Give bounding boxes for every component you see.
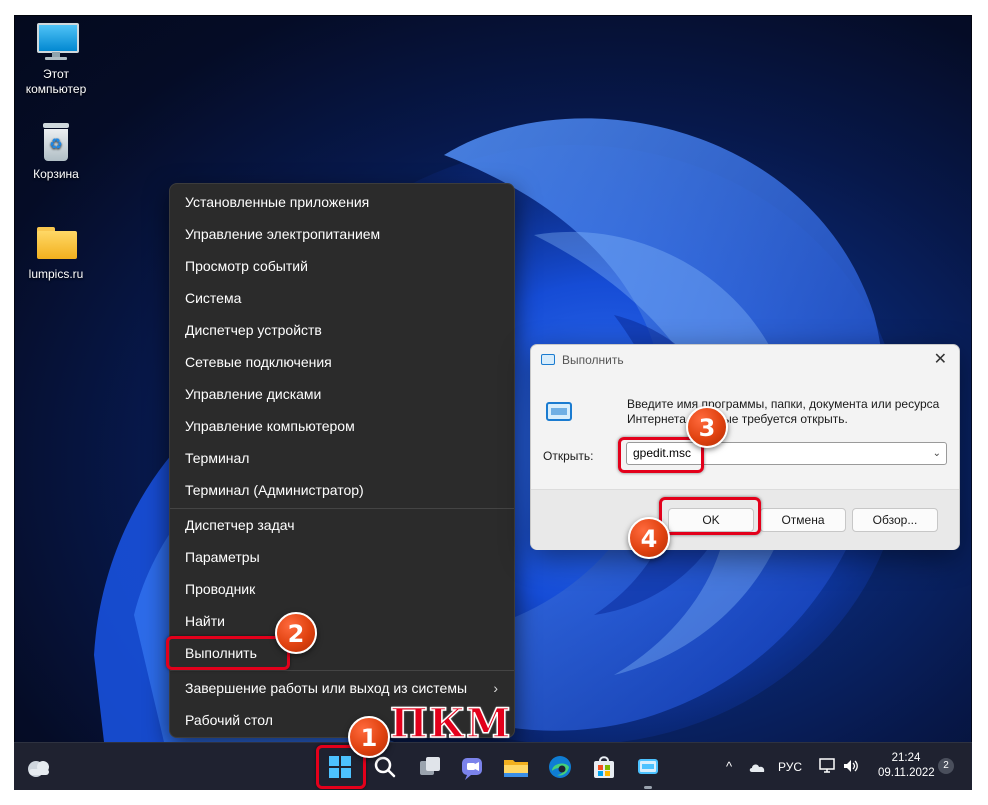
onedrive-icon[interactable] bbox=[748, 761, 766, 773]
menu-item-computer-management[interactable]: Управление компьютером bbox=[170, 410, 514, 442]
notification-count-badge[interactable]: 2 bbox=[938, 758, 954, 774]
menu-item-search[interactable]: Найти bbox=[170, 605, 514, 637]
clock-date: 09.11.2022 bbox=[878, 767, 935, 779]
desktop-icon-folder[interactable]: lumpics.ru bbox=[17, 221, 95, 282]
teams-chat-icon[interactable] bbox=[457, 751, 489, 783]
close-icon[interactable]: ✕ bbox=[934, 349, 947, 369]
store-icon[interactable] bbox=[588, 751, 620, 783]
clock-time: 21:24 bbox=[891, 752, 921, 764]
desktop: Этот компьютер ♻ Корзина lumpics.ru Уста… bbox=[14, 15, 972, 790]
chevron-down-icon[interactable]: ⌄ bbox=[933, 443, 941, 464]
menu-item-network-connections[interactable]: Сетевые подключения bbox=[170, 346, 514, 378]
menu-item-file-explorer[interactable]: Проводник bbox=[170, 573, 514, 605]
open-label: Открыть: bbox=[543, 449, 594, 463]
desktop-icon-this-pc[interactable]: Этот компьютер bbox=[17, 21, 95, 97]
run-dialog-description: Введите имя программы, папки, документа … bbox=[627, 397, 940, 426]
tray-overflow-chevron[interactable]: ^ bbox=[726, 759, 732, 774]
right-click-label: ПКМ bbox=[389, 699, 512, 748]
folder-icon bbox=[35, 221, 77, 263]
task-view-icon[interactable] bbox=[414, 751, 446, 783]
menu-item-terminal[interactable]: Терминал bbox=[170, 442, 514, 474]
cancel-button[interactable]: Отмена bbox=[760, 508, 846, 532]
step-badge-3: 3 bbox=[686, 406, 728, 448]
weather-widget-icon[interactable] bbox=[22, 751, 54, 783]
highlight-input bbox=[618, 437, 704, 473]
menu-item-power-options[interactable]: Управление электропитанием bbox=[170, 218, 514, 250]
menu-item-task-manager[interactable]: Диспетчер задач bbox=[170, 509, 514, 541]
highlight-run-item bbox=[166, 636, 290, 670]
menu-item-event-viewer[interactable]: Просмотр событий bbox=[170, 250, 514, 282]
desktop-icon-label: lumpics.ru bbox=[28, 267, 84, 281]
menu-item-disk-management[interactable]: Управление дисками bbox=[170, 378, 514, 410]
menu-item-system[interactable]: Система bbox=[170, 282, 514, 314]
desktop-icon-label: Этот компьютер bbox=[25, 67, 87, 96]
menu-item-shutdown-label: Завершение работы или выход из системы bbox=[185, 680, 468, 696]
step-badge-1: 1 bbox=[348, 716, 390, 758]
highlight-ok-button bbox=[659, 497, 761, 535]
running-indicator bbox=[644, 786, 652, 789]
run-program-icon bbox=[546, 402, 572, 421]
menu-item-terminal-admin[interactable]: Терминал (Администратор) bbox=[170, 474, 514, 506]
clock[interactable]: 21:24 09.11.2022 bbox=[878, 751, 935, 781]
desktop-icon-recycle-bin[interactable]: ♻ Корзина bbox=[17, 121, 95, 182]
run-app-icon bbox=[541, 354, 555, 365]
volume-icon[interactable] bbox=[842, 758, 860, 774]
run-app-icon[interactable] bbox=[632, 751, 664, 783]
desktop-icon-label: Корзина bbox=[33, 167, 79, 181]
browse-button[interactable]: Обзор... bbox=[852, 508, 938, 532]
step-badge-2: 2 bbox=[275, 612, 317, 654]
run-dialog-title: Выполнить bbox=[562, 353, 624, 367]
menu-separator bbox=[170, 670, 514, 671]
taskbar: ^ РУС 21:24 09.11.2022 2 bbox=[14, 742, 972, 790]
menu-item-device-manager[interactable]: Диспетчер устройств bbox=[170, 314, 514, 346]
file-explorer-icon[interactable] bbox=[500, 751, 532, 783]
monitor-icon bbox=[35, 21, 79, 63]
network-icon[interactable] bbox=[819, 758, 837, 774]
recycle-bin-icon: ♻ bbox=[35, 121, 77, 163]
run-dialog-titlebar[interactable]: Выполнить ✕ bbox=[531, 345, 959, 375]
menu-item-installed-apps[interactable]: Установленные приложения bbox=[170, 186, 514, 218]
input-language[interactable]: РУС bbox=[778, 760, 802, 774]
edge-icon[interactable] bbox=[544, 751, 576, 783]
step-badge-4: 4 bbox=[628, 517, 670, 559]
menu-item-settings[interactable]: Параметры bbox=[170, 541, 514, 573]
